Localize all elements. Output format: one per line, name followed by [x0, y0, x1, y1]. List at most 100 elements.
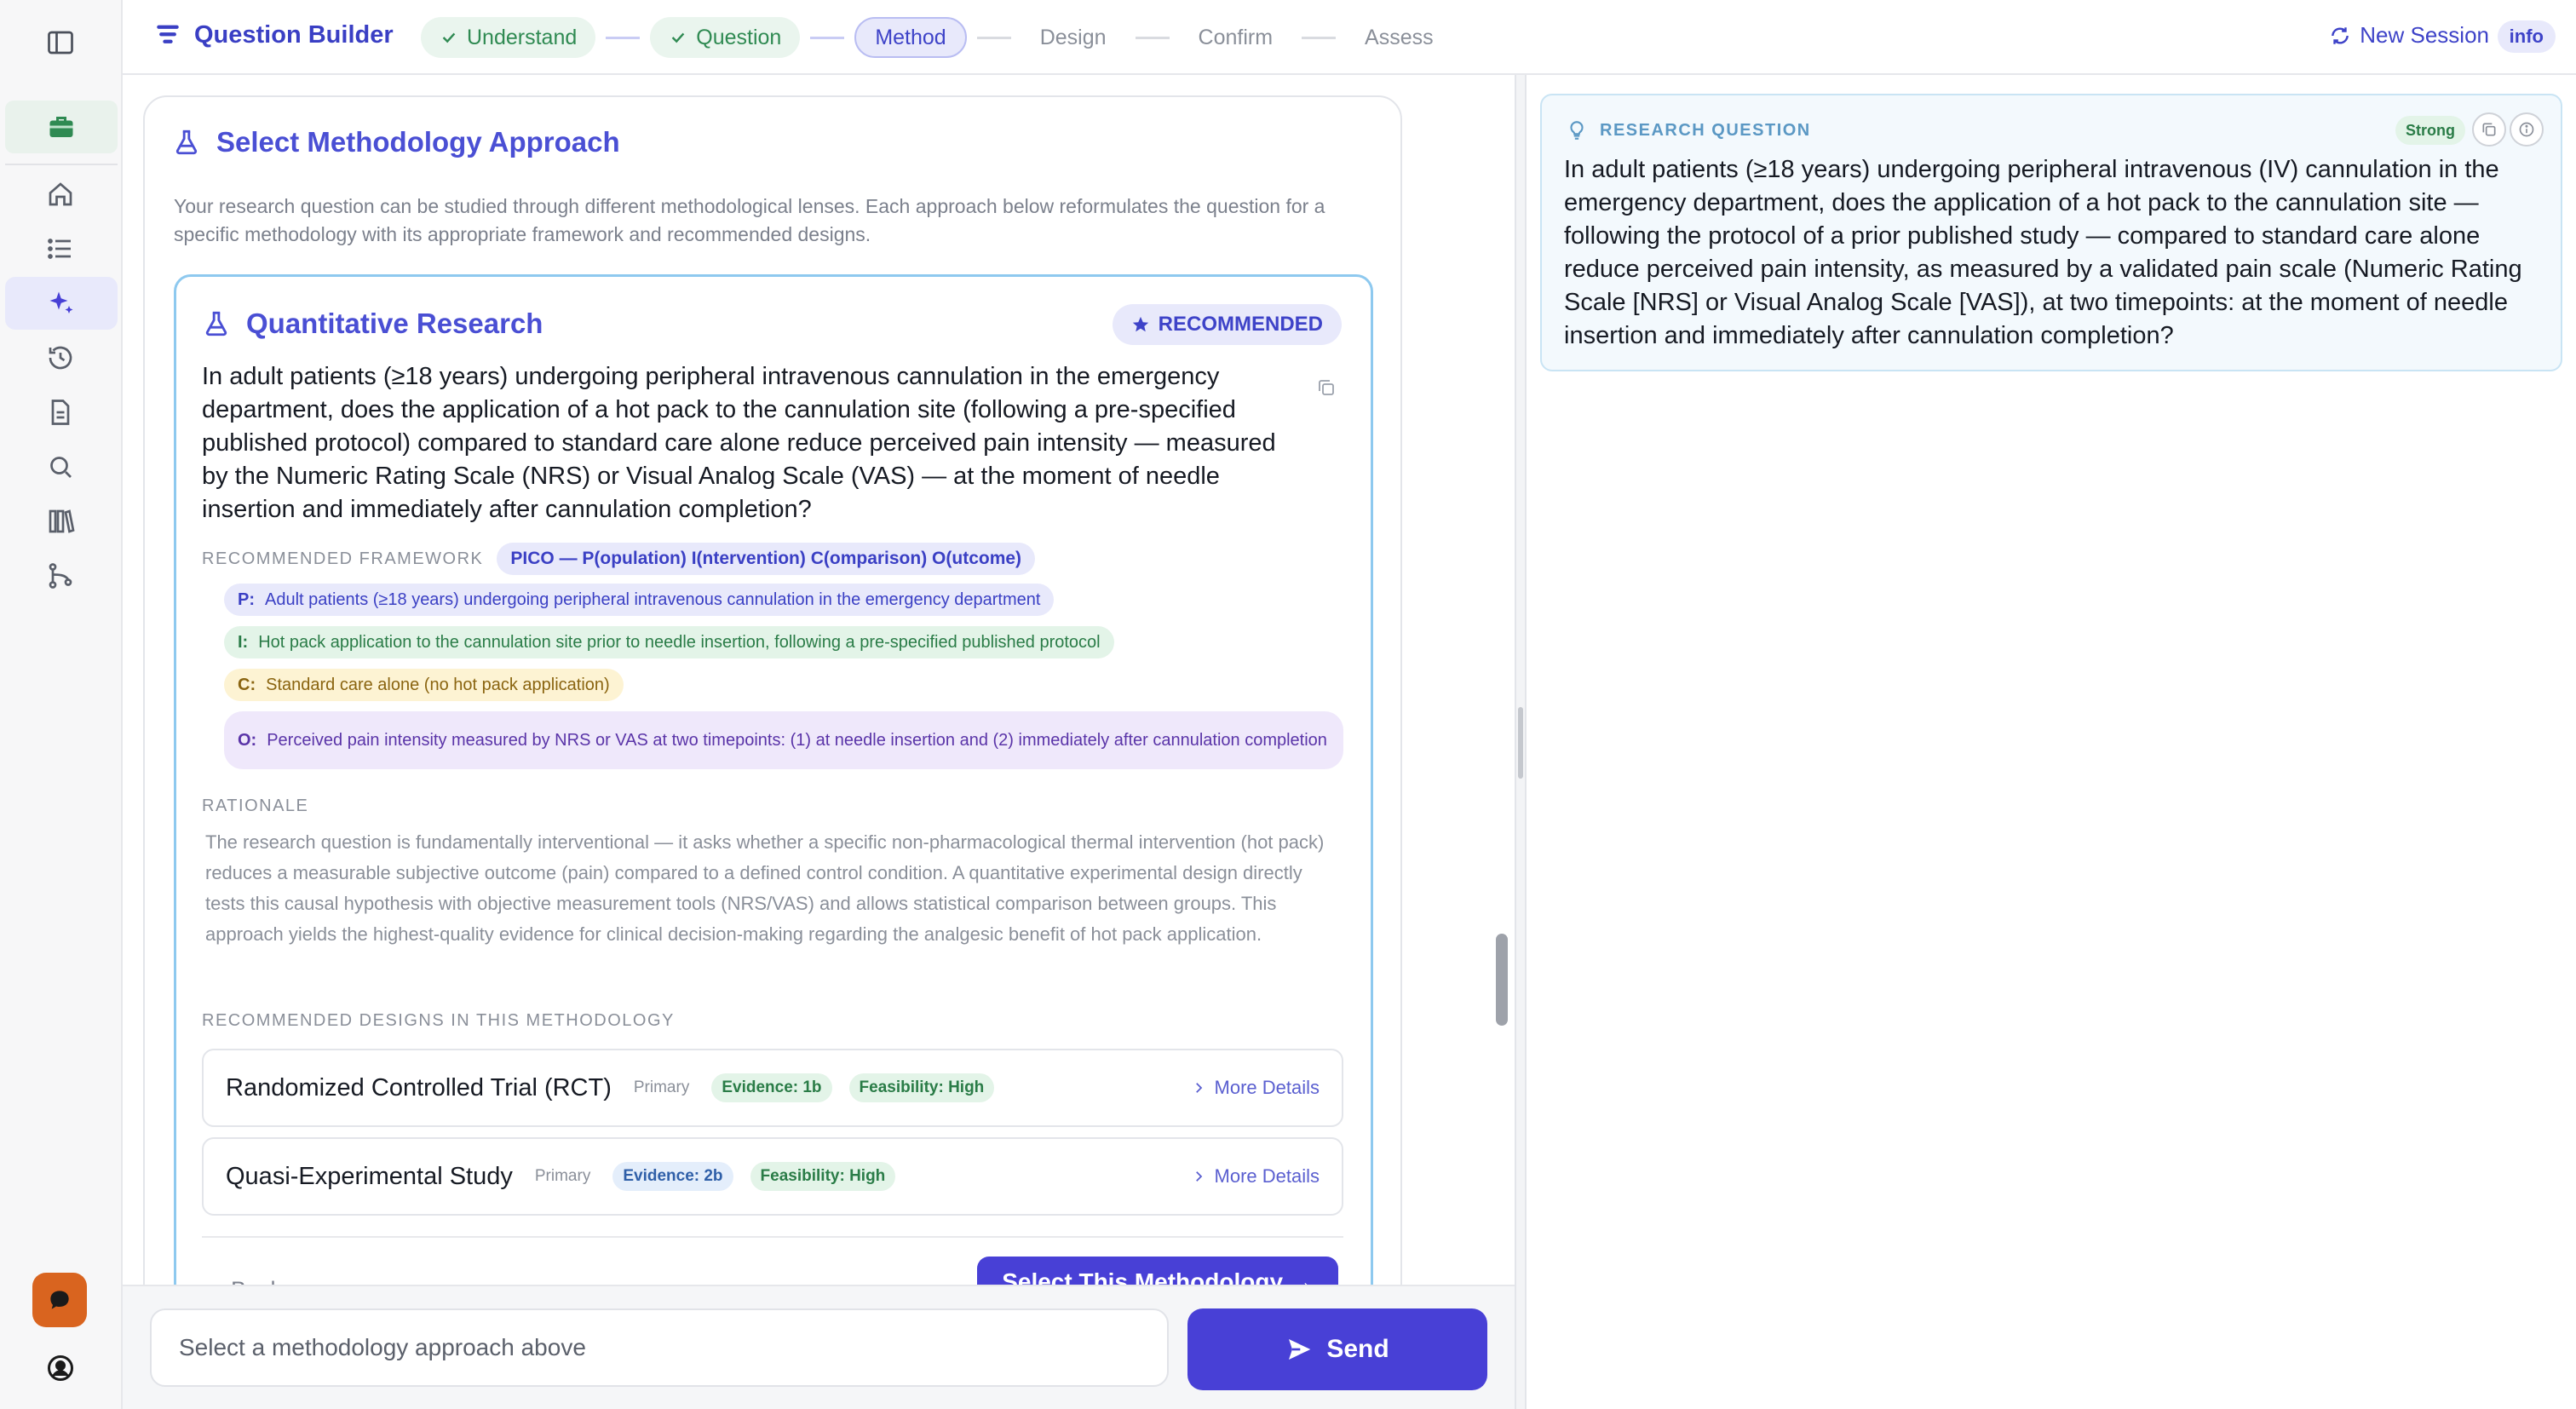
chat-input[interactable]: Select a methodology approach above: [150, 1308, 1169, 1387]
splitter-grip[interactable]: [1518, 707, 1523, 779]
pico-p-text: Adult patients (≥18 years) undergoing pe…: [265, 589, 1041, 609]
sidebar-toggle-icon[interactable]: [31, 19, 90, 66]
document-icon[interactable]: [31, 388, 90, 436]
design-row-rct[interactable]: Randomized Controlled Trial (RCT) Primar…: [202, 1049, 1343, 1127]
sparkles-icon[interactable]: [5, 277, 118, 330]
copy-icon[interactable]: [2472, 112, 2506, 147]
pico-population: P: Adult patients (≥18 years) undergoing …: [224, 584, 1055, 616]
reformulated-question: In adult patients (≥18 years) undergoing…: [202, 363, 1276, 523]
step-label: Question: [696, 25, 782, 49]
copy-icon[interactable]: [1316, 377, 1337, 398]
left-rail: [0, 0, 123, 1409]
evidence-badge: Evidence: 2b: [612, 1162, 733, 1191]
pico-i-key: I:: [238, 632, 249, 652]
flask-icon: [175, 129, 198, 155]
pico-outcome: O: Perceived pain intensity measured by N…: [224, 711, 1343, 769]
account-icon[interactable]: [31, 1344, 90, 1392]
search-icon[interactable]: [31, 443, 90, 491]
pane-splitter[interactable]: [1515, 75, 1527, 1409]
back-button[interactable]: Back: [202, 1277, 282, 1285]
recommended-badge: RECOMMENDED: [1112, 304, 1342, 345]
git-branch-icon[interactable]: [31, 552, 90, 600]
rationale-label: RATIONALE: [202, 797, 309, 815]
step-question[interactable]: Question: [650, 17, 801, 58]
research-question-header: RESEARCH QUESTION: [1566, 119, 1811, 141]
pico-i-text: Hot pack application to the cannulation …: [258, 632, 1101, 652]
info-icon[interactable]: [2510, 112, 2544, 147]
design-name: Quasi-Experimental Study: [226, 1162, 513, 1190]
new-session-label: New Session: [2360, 22, 2489, 48]
step-assess[interactable]: Assess: [1346, 17, 1452, 58]
stack-logo-icon: [157, 25, 179, 43]
home-icon[interactable]: [31, 170, 90, 218]
step-connector: [976, 36, 1011, 39]
scrollbar-thumb[interactable]: [1496, 934, 1508, 1026]
step-confirm[interactable]: Confirm: [1180, 17, 1292, 58]
star-icon: [1132, 316, 1148, 332]
more-details-link[interactable]: More Details: [1191, 1165, 1320, 1188]
top-bar: Question Builder Understand Question Metho…: [123, 0, 2576, 75]
methodology-pane: Select Methodology Approach Your researc…: [123, 75, 1515, 1285]
send-icon: [1289, 1339, 1311, 1360]
quantitative-method-card[interactable]: Quantitative Research RECOMMENDED In adu…: [174, 274, 1373, 1285]
step-connector: [810, 36, 845, 39]
design-type: Primary: [633, 1078, 690, 1096]
card-divider: [202, 1236, 1343, 1238]
designs-label: RECOMMENDED DESIGNS IN THIS METHODOLOGY: [202, 1011, 675, 1030]
methodology-intro: Your research question can be studied th…: [174, 195, 1325, 245]
send-button[interactable]: Send: [1187, 1308, 1487, 1390]
info-badge[interactable]: info: [2497, 20, 2556, 53]
framework-row: RECOMMENDED FRAMEWORK PICO — P(opulation…: [202, 543, 1036, 575]
chevron-right-icon: [1195, 1083, 1202, 1093]
history-icon[interactable]: [31, 334, 90, 382]
brand[interactable]: Question Builder: [153, 20, 394, 49]
step-connector: [1302, 36, 1337, 39]
brand-title: Question Builder: [194, 20, 394, 49]
step-connector: [1135, 36, 1170, 39]
check-icon: [440, 28, 458, 47]
research-question-card: RESEARCH QUESTION Strong In adult patien…: [1540, 94, 2562, 371]
briefcase-icon[interactable]: [5, 101, 118, 153]
pico-intervention: I: Hot pack application to the cannulatio…: [224, 626, 1114, 658]
step-label: Assess: [1365, 25, 1434, 49]
evidence-badge: Evidence: 1b: [711, 1073, 832, 1102]
method-card-title: Quantitative Research: [246, 308, 543, 339]
lightbulb-icon: [1570, 121, 1584, 140]
composer: Select a methodology approach above Send: [123, 1285, 1515, 1409]
feasibility-badge: Feasibility: High: [750, 1162, 896, 1191]
more-details-label: More Details: [1214, 1077, 1320, 1098]
framework-label: RECOMMENDED FRAMEWORK: [202, 549, 484, 568]
new-session-button[interactable]: New Session: [2329, 22, 2489, 49]
chevron-right-icon: [1195, 1171, 1202, 1182]
feasibility-badge: Feasibility: High: [848, 1073, 995, 1102]
step-label: Design: [1039, 25, 1107, 49]
step-label: Method: [875, 25, 946, 49]
pico-c-key: C:: [238, 675, 256, 694]
pico-comparison: C: Standard care alone (no hot pack appli…: [224, 669, 624, 701]
refresh-icon: [2332, 26, 2349, 44]
step-understand[interactable]: Understand: [421, 17, 596, 58]
recommended-label: RECOMMENDED: [1158, 313, 1323, 336]
pico-c-text: Standard care alone (no hot pack applica…: [266, 675, 610, 694]
step-design[interactable]: Design: [1021, 17, 1125, 58]
step-label: Understand: [467, 25, 578, 49]
back-label: Back: [231, 1277, 282, 1285]
methodology-card: Select Methodology Approach Your researc…: [143, 95, 1402, 1285]
design-type: Primary: [534, 1167, 591, 1185]
flask-icon: [205, 311, 227, 336]
list-icon[interactable]: [31, 225, 90, 273]
select-methodology-button[interactable]: Select This Methodology →: [977, 1257, 1338, 1285]
pico-o-key: O:: [238, 730, 257, 750]
step-method[interactable]: Method: [854, 17, 967, 58]
design-row-quasi[interactable]: Quasi-Experimental Study Primary Evidenc…: [202, 1137, 1343, 1216]
research-question-text: In adult patients (≥18 years) undergoing…: [1564, 156, 2522, 349]
strength-badge: Strong: [2395, 116, 2465, 145]
stepper: Understand Question Method Design Confirm Ass…: [421, 17, 1452, 58]
method-card-heading: Quantitative Research: [202, 308, 543, 340]
send-label: Send: [1326, 1335, 1389, 1363]
more-details-label: More Details: [1214, 1165, 1320, 1187]
chat-icon[interactable]: [32, 1273, 87, 1327]
more-details-link[interactable]: More Details: [1191, 1077, 1320, 1099]
library-icon[interactable]: [31, 497, 90, 545]
design-name: Randomized Controlled Trial (RCT): [226, 1073, 612, 1101]
